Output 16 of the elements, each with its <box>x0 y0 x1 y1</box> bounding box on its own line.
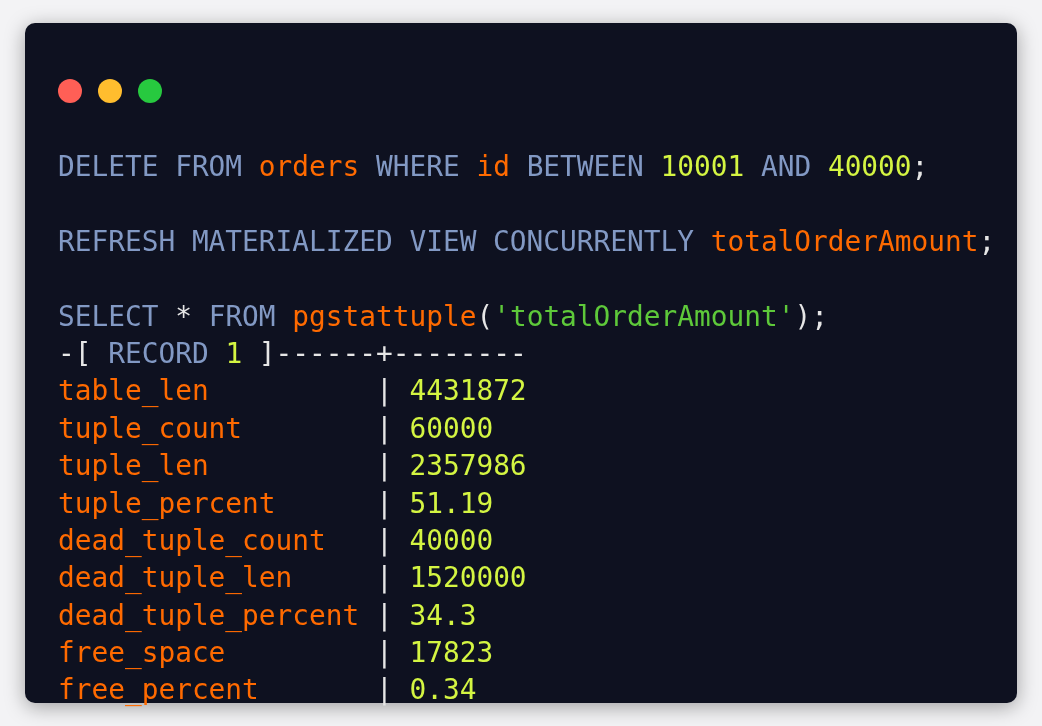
close-icon[interactable] <box>58 79 82 103</box>
code-line: tuple_percent | 51.19 <box>58 486 494 520</box>
code-line: free_space | 17823 <box>58 636 494 670</box>
code-line: DELETE FROM orders WHERE id BETWEEN 10001 AND 40000; <box>58 150 929 183</box>
code-line: tuple_len | 2357986 <box>58 449 527 483</box>
code-line: -[ RECORD 1 ]------+-------- <box>58 336 527 370</box>
code-line: dead_tuple_count | 40000 <box>58 523 494 557</box>
code-line: dead_tuple_len | 1520000 <box>58 561 527 595</box>
code-line: tuple_count | 60000 <box>58 411 494 445</box>
code-line: SELECT * FROM pgstattuple('totalOrderAmount'); <box>58 299 828 333</box>
code-line: free_percent | 0.34 <box>58 673 477 707</box>
code-line: dead_tuple_percent | 34.3 <box>58 598 477 632</box>
code-line: table_len | 4431872 <box>58 374 527 408</box>
minimize-icon[interactable] <box>98 79 122 103</box>
zoom-icon[interactable] <box>138 79 162 103</box>
code-line: REFRESH MATERIALIZED VIEW CONCURRENTLY totalOrderAmount; <box>58 224 996 258</box>
